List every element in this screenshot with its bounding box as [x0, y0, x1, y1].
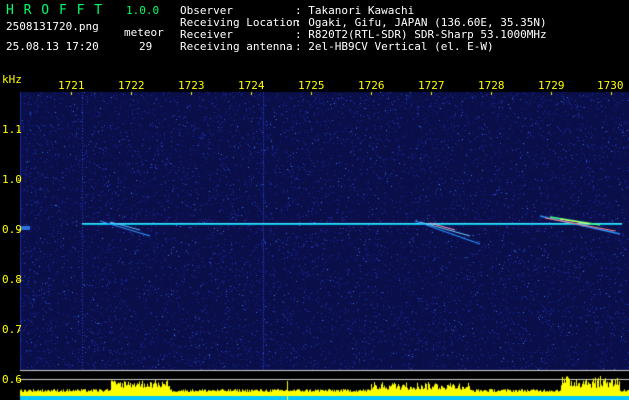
- x-tick-1728: 1728: [478, 79, 505, 92]
- x-tick-1721: 1721: [58, 79, 85, 92]
- datetime-label: 25.08.13 17:20: [6, 40, 99, 53]
- y-tick-0-7: 0.7: [2, 323, 22, 336]
- y-tick-0-6: 0.6: [2, 373, 22, 386]
- x-tick-1723: 1723: [178, 79, 205, 92]
- y-tick-0-9: 0.9: [2, 223, 22, 236]
- y-tick-1-0: 1.0: [2, 173, 22, 186]
- y-unit-label: kHz: [2, 73, 22, 86]
- x-tick-1727: 1727: [418, 79, 445, 92]
- x-tick-1729: 1729: [538, 79, 565, 92]
- info-antenna-value: : 2el-HB9CV Vertical (el. E-W): [295, 40, 494, 53]
- filename-label: 2508131720.png: [6, 20, 99, 33]
- x-tick-1724: 1724: [238, 79, 265, 92]
- x-tick-1726: 1726: [358, 79, 385, 92]
- x-tick-1722: 1722: [118, 79, 145, 92]
- app-title: H R O F F T: [6, 3, 104, 18]
- app-version: 1.0.0: [126, 4, 160, 17]
- y-tick-1-1: 1.1: [2, 123, 22, 136]
- y-tick-0-8: 0.8: [2, 273, 22, 286]
- meteor-count: 29: [139, 40, 153, 53]
- meteor-label: meteor: [124, 26, 164, 39]
- x-tick-1725: 1725: [298, 79, 325, 92]
- x-tick-1730: 1730: [597, 79, 624, 92]
- info-antenna-label: Receiving antenna: [180, 40, 293, 53]
- spectrogram-canvas: [0, 0, 629, 400]
